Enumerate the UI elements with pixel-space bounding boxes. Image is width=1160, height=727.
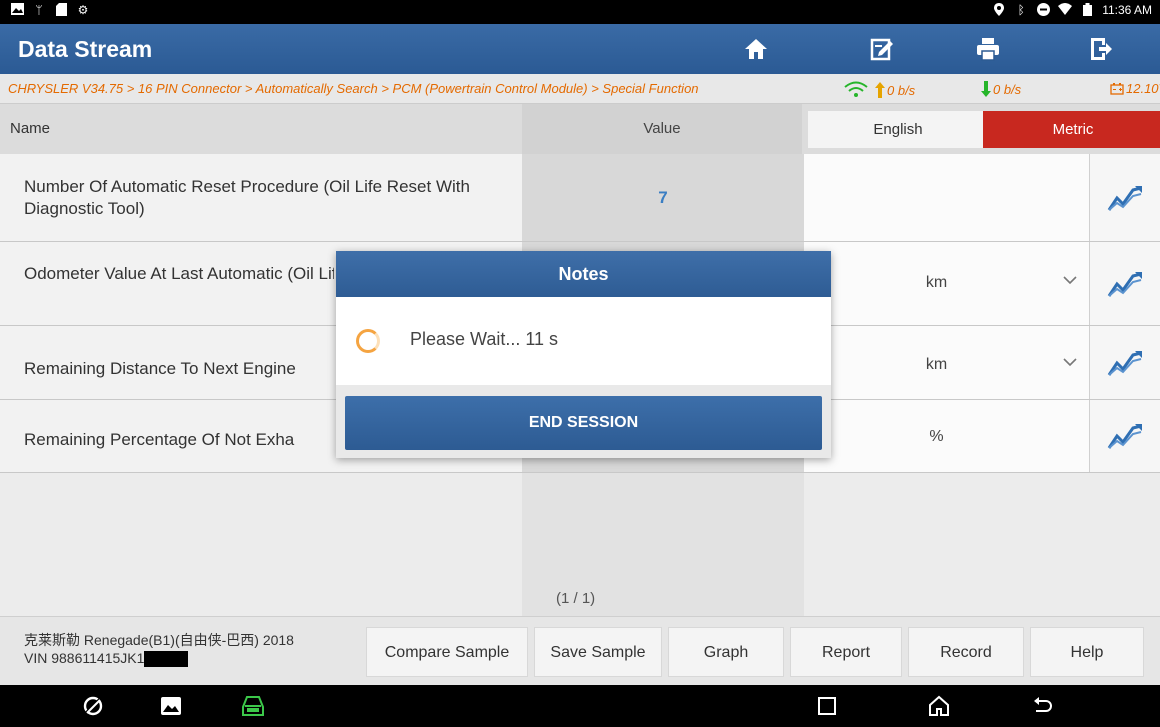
report-button[interactable]: Report [790,627,902,677]
upload-arrow-icon [875,82,885,98]
upload-value: 0 b/s [887,82,916,98]
wifi-icon [1058,3,1073,17]
graph-toggle-button[interactable] [1089,242,1160,325]
vin-redaction [144,651,189,668]
unit-select[interactable]: km [804,326,1089,399]
dialog-title: Notes [336,251,831,297]
app-header: Data Stream [0,24,1160,74]
dialog-footer: END SESSION [336,385,831,458]
exit-button[interactable] [1070,30,1130,68]
browser-icon[interactable] [80,693,106,719]
download-value: 0 b/s [993,81,1022,97]
loading-spinner-icon [356,329,380,353]
dnd-icon [1036,3,1050,17]
row-unit: % [804,400,1089,472]
english-units-button[interactable]: English [808,111,988,148]
edit-button[interactable] [852,30,912,68]
voltage-value: 12.10V [1126,81,1160,96]
save-sample-button[interactable]: Save Sample [534,627,662,677]
print-icon [977,38,999,61]
column-header-name: Name [10,120,51,137]
vci-icon[interactable] [240,693,266,719]
table-header: Name Value English Metric [0,104,1160,154]
unit-label: % [929,428,944,445]
row-unit [804,154,1089,241]
metric-units-button[interactable]: Metric [983,111,1160,148]
image-icon [10,3,24,17]
home-button[interactable] [726,30,786,68]
trend-chart-icon [1107,424,1142,449]
system-nav-bar [0,685,1160,727]
recents-icon[interactable] [814,693,840,719]
status-bar: ᛘ ⚙ ᛒ 11:36 AM [0,0,1160,24]
row-value: 7 [522,154,804,241]
trend-chart-icon [1107,350,1142,376]
sim-icon [54,3,68,17]
row-name: Remaining Distance To Next Engine [24,359,296,378]
print-button[interactable] [958,30,1018,68]
battery-voltage-icon [1110,82,1124,95]
dialog-message: Please Wait... 11 s [410,329,559,349]
row-name: Odometer Value At Last Automatic (Oil Li… [24,264,334,283]
graph-toggle-button[interactable] [1089,154,1160,241]
vehicle-name: 克莱斯勒 Renegade(B1)(自由侠-巴西) 2018 [24,632,294,648]
unit-select[interactable]: km [804,242,1089,325]
unit-label: km [925,356,948,373]
edit-icon [870,38,893,61]
exit-icon [1091,38,1112,60]
help-button[interactable]: Help [1030,627,1144,677]
trend-chart-icon [1107,271,1142,297]
settings-icon: ⚙ [77,3,89,17]
chevron-down-icon [1063,354,1077,372]
page-indicator: (1 / 1) [556,590,596,607]
download-rate: 0 b/s [981,81,1021,97]
gallery-icon[interactable] [158,693,184,719]
location-icon [992,3,1006,17]
chevron-down-icon [1063,272,1077,290]
app-root: ᛘ ⚙ ᛒ 11:36 AM Data Stream CHRYSLER V34.… [0,0,1160,727]
home-icon [745,39,767,59]
graph-button[interactable]: Graph [668,627,784,677]
bottom-toolbar: 克莱斯勒 Renegade(B1)(自由侠-巴西) 2018 VIN 98861… [0,616,1160,685]
trend-chart-icon [1107,185,1142,211]
upload-rate: 0 b/s [843,81,915,99]
download-arrow-icon [981,81,991,97]
bluetooth-icon: ᛒ [1017,3,1025,17]
column-header-value: Value [522,104,802,154]
home-nav-icon[interactable] [926,693,952,719]
vin: VIN 988611415JK1 [24,650,145,666]
end-session-button[interactable]: END SESSION [345,396,822,450]
wifi-signal-icon [844,81,868,97]
page-title: Data Stream [18,36,153,62]
vehicle-info: 克莱斯勒 Renegade(B1)(自由侠-巴西) 2018 VIN 98861… [24,631,294,668]
row-name: Remaining Percentage Of Not Exha [24,430,295,449]
voltage: 12.10V [1110,81,1160,96]
notes-dialog: Notes Please Wait... 11 s END SESSION [336,251,831,458]
back-icon[interactable] [1030,693,1056,719]
graph-toggle-button[interactable] [1089,326,1160,399]
graph-toggle-button[interactable] [1089,400,1160,472]
breadcrumb-bar: CHRYSLER V34.75 > 16 PIN Connector > Aut… [0,74,1160,104]
breadcrumb: CHRYSLER V34.75 > 16 PIN Connector > Aut… [8,81,699,96]
battery-icon [1080,3,1094,17]
status-time: 11:36 AM [1102,3,1152,17]
dialog-body: Please Wait... 11 s [336,297,831,385]
record-button[interactable]: Record [908,627,1024,677]
unit-label: km [925,274,948,291]
usb-icon: ᛘ [35,3,43,17]
table-row: Number Of Automatic Reset Procedure (Oil… [0,154,1160,242]
compare-sample-button[interactable]: Compare Sample [366,627,528,677]
row-name: Number Of Automatic Reset Procedure (Oil… [24,177,470,218]
